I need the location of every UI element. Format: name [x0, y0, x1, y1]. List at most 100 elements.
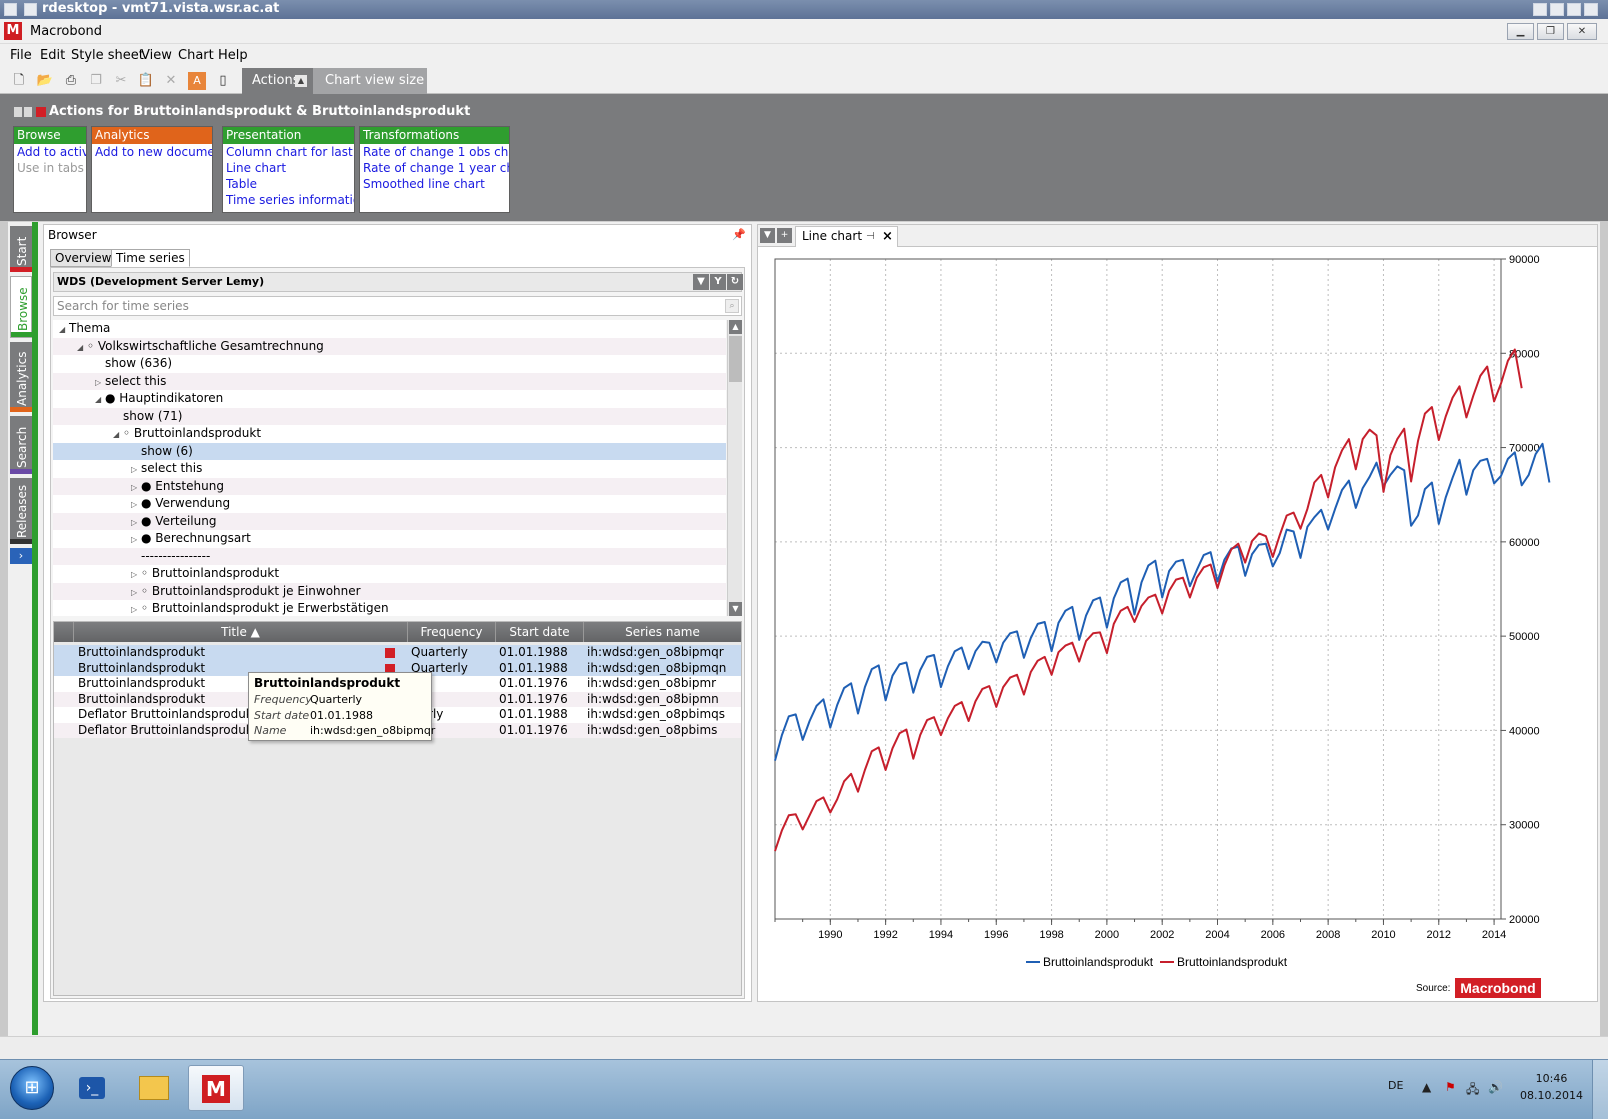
format-icon[interactable]: A: [188, 72, 206, 90]
side-tab-search[interactable]: Search: [10, 416, 32, 474]
volume-icon[interactable]: 🔊: [1488, 1080, 1503, 1094]
tree-row[interactable]: ▷ select this: [53, 372, 726, 392]
tree-row[interactable]: ▷ select this: [53, 460, 726, 478]
cut-icon[interactable]: ✂: [112, 72, 130, 90]
show-desktop-button[interactable]: [1592, 1060, 1608, 1119]
powershell-taskbar-icon[interactable]: ›_: [64, 1065, 120, 1111]
open-folder-icon[interactable]: 📂: [36, 72, 54, 90]
tree-row[interactable]: ▷ ◦ Bruttoinlandsprodukt je Einwohner: [53, 582, 726, 602]
expand-toggle-icon[interactable]: ▷: [131, 566, 141, 584]
col-series-name[interactable]: Series name: [584, 622, 741, 642]
filter-icon[interactable]: Y: [710, 274, 726, 290]
menu-help[interactable]: Help: [218, 48, 248, 63]
copy-icon[interactable]: ❐: [87, 72, 105, 90]
expand-chevron-icon[interactable]: ›: [10, 548, 32, 564]
expand-toggle-icon[interactable]: ▷: [131, 584, 141, 602]
scroll-thumb[interactable]: [729, 336, 742, 382]
menu-chart[interactable]: Chart: [178, 48, 214, 63]
print-icon[interactable]: ⎙: [62, 72, 80, 90]
tree-row[interactable]: ▷ ● Verteilung: [53, 512, 726, 532]
tree-row[interactable]: ◢ ◦ Volkswirtschaftliche Gesamtrechnung: [53, 337, 726, 357]
action-column-chart[interactable]: Column chart for last 24: [223, 144, 354, 160]
tab-overview[interactable]: Overview: [50, 249, 117, 267]
paste-icon[interactable]: 📋: [137, 72, 155, 90]
action-add-to-new-document[interactable]: Add to new document: [92, 144, 212, 160]
action-time-series-information[interactable]: Time series information: [223, 192, 354, 208]
rd-maximize-button[interactable]: [1567, 3, 1581, 16]
action-add-to-active[interactable]: Add to active: [14, 144, 86, 160]
search-input[interactable]: Search for time series ⌕: [53, 296, 742, 316]
tree-row[interactable]: show (6): [53, 442, 726, 460]
chevron-down-icon[interactable]: ▼: [760, 228, 775, 243]
scroll-down-icon[interactable]: ▼: [729, 602, 742, 616]
datasource-select[interactable]: WDS (Development Server Lemy) ▼ Y ↻: [53, 272, 743, 292]
window-menu-icon-2[interactable]: [24, 3, 37, 16]
expand-toggle-icon[interactable]: ▷: [95, 374, 105, 392]
side-tab-start[interactable]: Start: [10, 226, 32, 272]
collapse-up-icon[interactable]: ▲: [295, 75, 307, 87]
panel-icon[interactable]: ▯: [214, 72, 232, 90]
col-frequency[interactable]: Frequency: [408, 622, 496, 642]
tree-row[interactable]: ◢ Thema: [53, 320, 726, 338]
menu-style-sheet[interactable]: Style sheet: [71, 48, 144, 63]
window-menu-icon[interactable]: [4, 3, 17, 16]
macrobond-taskbar-icon[interactable]: M: [188, 1065, 244, 1111]
new-document-icon[interactable]: 🗋: [10, 72, 28, 90]
pin-icon[interactable]: 📌: [732, 228, 746, 241]
pin-icon[interactable]: ⊣: [866, 227, 875, 246]
expand-toggle-icon[interactable]: ◢: [59, 321, 69, 339]
network-icon[interactable]: 🖧: [1466, 1080, 1479, 1101]
rd-iconify-button[interactable]: [1533, 3, 1547, 16]
tree-row[interactable]: ▷ ● Berechnungsart: [53, 530, 726, 548]
expand-toggle-icon[interactable]: ◢: [95, 391, 105, 409]
menu-file[interactable]: File: [10, 48, 32, 63]
expand-toggle-icon[interactable]: ▷: [131, 514, 141, 532]
action-center-icon[interactable]: ⚑: [1445, 1080, 1456, 1094]
tab-time-series[interactable]: Time series: [111, 249, 190, 267]
col-title[interactable]: Title ▲: [74, 622, 408, 642]
menu-view[interactable]: View: [141, 48, 172, 63]
expand-toggle-icon[interactable]: ◢: [77, 339, 87, 357]
side-tab-releases[interactable]: Releases: [10, 478, 32, 544]
expand-toggle-icon[interactable]: ◢: [113, 426, 123, 444]
tray-expand-icon[interactable]: ▲: [1422, 1080, 1431, 1094]
action-table[interactable]: Table: [223, 176, 354, 192]
expand-toggle-icon[interactable]: ▷: [131, 601, 141, 616]
language-indicator[interactable]: DE: [1388, 1079, 1403, 1092]
expand-toggle-icon[interactable]: ▷: [131, 461, 141, 479]
action-rate-of-change-1-year[interactable]: Rate of change 1 year chart: [360, 160, 509, 176]
tree-row[interactable]: ◢ ● Hauptindikatoren: [53, 390, 726, 408]
close-icon[interactable]: ×: [882, 227, 893, 246]
expand-toggle-icon[interactable]: ▷: [131, 479, 141, 497]
tree-scrollbar[interactable]: ▲ ▼: [727, 320, 742, 616]
expand-toggle-icon[interactable]: ▷: [131, 496, 141, 514]
side-tab-analytics[interactable]: Analytics: [10, 342, 32, 412]
restore-button[interactable]: ❐: [1537, 23, 1564, 40]
system-clock[interactable]: 10:46 08.10.2014: [1520, 1070, 1583, 1104]
tab-line-chart[interactable]: Line chart ⊣ ×: [795, 226, 898, 247]
action-smoothed-line-chart[interactable]: Smoothed line chart: [360, 176, 509, 192]
nav-back-icon[interactable]: [14, 106, 22, 117]
tree-row[interactable]: show (71): [53, 407, 726, 425]
explorer-taskbar-icon[interactable]: [126, 1065, 182, 1111]
chevron-down-icon[interactable]: ▼: [693, 274, 709, 290]
tab-actions[interactable]: Actions ▲: [242, 68, 313, 94]
expand-toggle-icon[interactable]: ▷: [131, 531, 141, 549]
col-start-date[interactable]: Start date: [496, 622, 584, 642]
add-tab-icon[interactable]: +: [777, 228, 792, 243]
tree-row[interactable]: ▷ ● Entstehung: [53, 477, 726, 497]
menu-edit[interactable]: Edit: [40, 48, 65, 63]
table-row[interactable]: Bruttoinlandsprodukt Quarterly 01.01.1988 i…: [54, 645, 741, 661]
tree-row[interactable]: show (636): [53, 355, 726, 373]
tree-row[interactable]: ▷ ◦ Bruttoinlandsprodukt je Erwerbstätige…: [53, 600, 726, 616]
tree-row[interactable]: ▷ ◦ Bruttoinlandsprodukt: [53, 565, 726, 583]
tab-chart-view-size[interactable]: Chart view size: [313, 68, 427, 94]
search-icon[interactable]: ⌕: [725, 299, 739, 313]
tree-row[interactable]: ----------------: [53, 547, 726, 565]
tree-row[interactable]: ◢ ◦ Bruttoinlandsprodukt: [53, 425, 726, 443]
scroll-up-icon[interactable]: ▲: [729, 320, 742, 334]
action-rate-of-change-1-obs[interactable]: Rate of change 1 obs chart: [360, 144, 509, 160]
rd-shade-button[interactable]: [1550, 3, 1564, 16]
nav-forward-icon[interactable]: [24, 106, 32, 117]
rd-close-button[interactable]: [1584, 3, 1598, 16]
